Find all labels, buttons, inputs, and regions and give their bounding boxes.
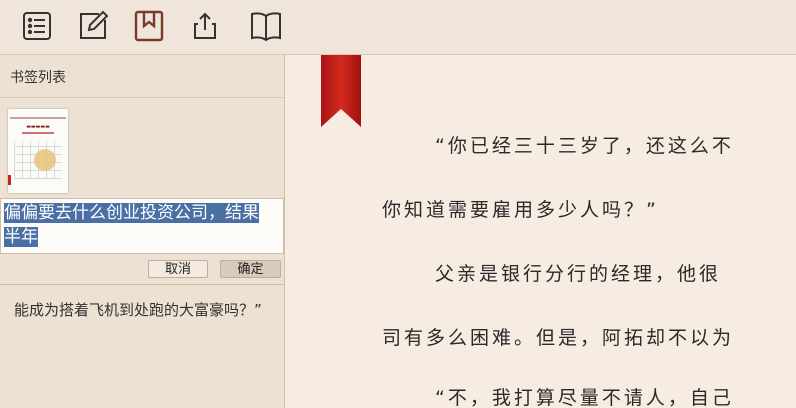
bookmark-note-editor[interactable]: 偏偏要去什么创业投资公司，结果半年 [0, 198, 284, 254]
text-line: “不，我打算尽量不请人，自己 [435, 387, 734, 408]
bookmark-icon[interactable] [133, 10, 165, 42]
text-line: 你知道需要雇用多少人吗？” [382, 199, 659, 221]
sidebar-title: 书签列表 [10, 70, 66, 86]
bookmark-ribbon-icon[interactable] [321, 55, 361, 127]
reading-pane[interactable]: “你已经三十三岁了，还这么不 你知道需要雇用多少人吗？” 父亲是银行分行的经理，… [285, 55, 796, 408]
text-line: “你已经三十三岁了，还这么不 [435, 135, 734, 157]
book-thumbnail[interactable]: ▬▬▬▬▬ [8, 109, 68, 193]
confirm-button[interactable]: 确定 [220, 260, 281, 278]
text-line: 父亲是银行分行的经理，他很 [435, 263, 722, 285]
text-line: 司有多么困难。但是，阿拓却不以为 [382, 327, 735, 349]
toolbar [0, 0, 796, 55]
book-open-icon[interactable] [250, 10, 282, 42]
list-icon[interactable] [21, 10, 53, 42]
divider [0, 97, 284, 98]
bookmark-sidebar: 书签列表 ▬▬▬▬▬ 偏偏要去什么创业投资公司，结果半年 取消 确定 能成为搭着… [0, 55, 285, 408]
bookmark-note-input[interactable]: 偏偏要去什么创业投资公司，结果半年 [4, 201, 274, 249]
bookmark-list-item[interactable]: 能成为搭着飞机到处跑的大富豪吗？” [14, 299, 266, 322]
edit-icon[interactable] [77, 10, 109, 42]
share-icon[interactable] [189, 10, 221, 42]
cancel-button[interactable]: 取消 [148, 260, 208, 278]
divider [0, 284, 284, 285]
